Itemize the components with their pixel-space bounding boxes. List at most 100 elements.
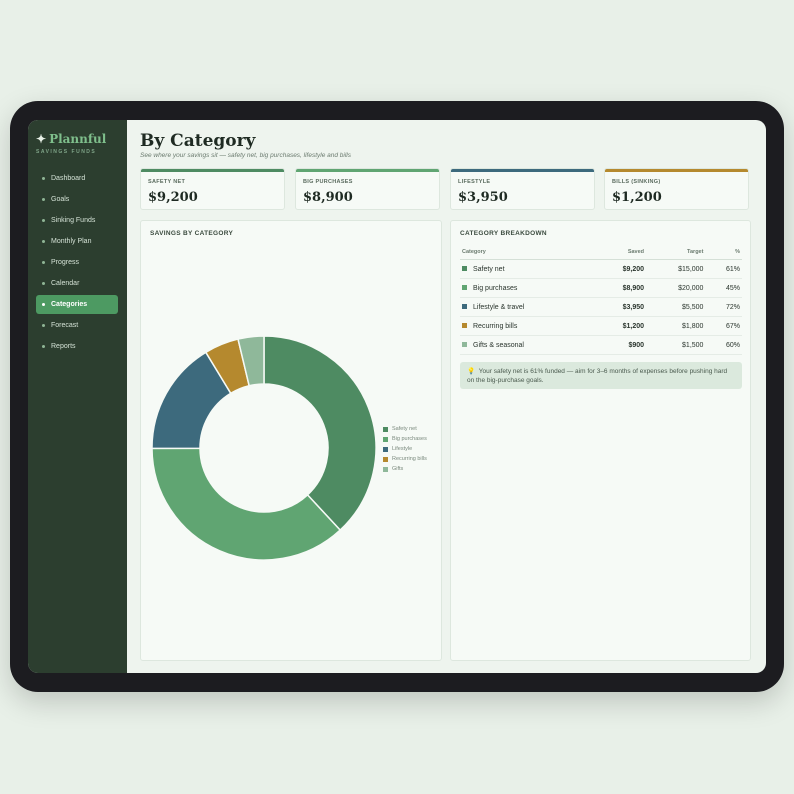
category-cell: Big purchases xyxy=(460,278,595,298)
category-breakdown-panel: CATEGORY BREAKDOWN Category Saved Target… xyxy=(450,220,751,661)
brand-logo[interactable]: ✦ Plannful xyxy=(36,132,106,146)
legend-label: Big purchases xyxy=(392,436,427,442)
sparkle-icon: ✦ xyxy=(36,132,47,146)
saved-cell: $900 xyxy=(594,335,647,355)
bullet-icon xyxy=(42,219,45,222)
column-header-category: Category xyxy=(460,245,595,260)
stat-card-safety-net: SAFETY NET $9,200 xyxy=(140,168,285,210)
category-name: Gifts & seasonal xyxy=(473,341,524,349)
legend-label: Lifestyle xyxy=(392,446,413,452)
stat-label: BIG PURCHASES xyxy=(303,179,353,185)
table-row[interactable]: Gifts & seasonal $900 $1,500 60% xyxy=(460,335,742,355)
target-cell: $20,000 xyxy=(646,278,706,298)
legend-label: Safety net xyxy=(392,426,417,432)
sidebar-item-label: Dashboard xyxy=(51,175,86,182)
sidebar-item-progress[interactable]: Progress xyxy=(36,253,118,272)
category-cell: Recurring bills xyxy=(460,316,595,336)
saved-cell: $1,200 xyxy=(594,316,647,336)
table-row[interactable]: Lifestyle & travel $3,950 $5,500 72% xyxy=(460,297,742,317)
percent-cell: 61% xyxy=(705,259,742,279)
legend-label: Gifts xyxy=(392,466,404,472)
sidebar-item-dashboard[interactable]: Dashboard xyxy=(36,169,118,188)
breakdown-table: Category Saved Target % Safety net $9,200… xyxy=(460,245,742,355)
legend-swatch xyxy=(383,436,388,442)
donut-slice-safety-net[interactable] xyxy=(263,335,377,532)
sidebar-item-calendar[interactable]: Calendar xyxy=(36,274,118,293)
category-name: Recurring bills xyxy=(473,322,518,330)
stat-value: $9,200 xyxy=(148,190,198,205)
category-color-swatch xyxy=(462,342,467,348)
target-cell: $1,800 xyxy=(646,316,706,336)
panel-title: CATEGORY BREAKDOWN xyxy=(460,230,547,237)
category-name: Lifestyle & travel xyxy=(473,303,525,311)
savings-by-category-panel: SAVINGS BY CATEGORY Safety net Big purcha… xyxy=(140,220,442,661)
stat-card-big-purchases: BIG PURCHASES $8,900 xyxy=(295,168,440,210)
stat-value: $3,950 xyxy=(458,190,508,205)
sidebar-item-forecast[interactable]: Forecast xyxy=(36,316,118,335)
bullet-icon xyxy=(42,198,45,201)
donut-chart xyxy=(151,335,377,561)
stat-card-accent-bar xyxy=(296,169,439,172)
bullet-icon xyxy=(42,282,45,285)
table-header-row: Category Saved Target % xyxy=(460,245,742,260)
sidebar: ✦ Plannful SAVINGS FUNDS Dashboard Goals S… xyxy=(28,120,127,673)
sidebar-item-label: Progress xyxy=(51,259,80,266)
stat-card-accent-bar xyxy=(141,169,284,172)
bullet-icon xyxy=(42,345,45,348)
percent-cell: 72% xyxy=(705,297,742,317)
legend-item: Gifts xyxy=(383,464,427,474)
stat-card-accent-bar xyxy=(451,169,594,172)
table-row[interactable]: Safety net $9,200 $15,000 61% xyxy=(460,259,742,279)
table-row[interactable]: Big purchases $8,900 $20,000 45% xyxy=(460,278,742,298)
bullet-icon xyxy=(42,261,45,264)
legend-item: Safety net xyxy=(383,424,427,434)
main-content: By Category See where your savings sit —… xyxy=(127,120,766,673)
stat-value: $1,200 xyxy=(612,190,662,205)
category-color-swatch xyxy=(462,266,467,272)
percent-cell: 60% xyxy=(705,335,742,355)
sidebar-item-monthly-plan[interactable]: Monthly Plan xyxy=(36,232,118,251)
table-row[interactable]: Recurring bills $1,200 $1,800 67% xyxy=(460,316,742,336)
sidebar-item-label: Forecast xyxy=(51,322,79,329)
stat-label: SAFETY NET xyxy=(148,179,186,185)
page-title: By Category xyxy=(140,131,256,151)
donut-slice-big-purchases[interactable] xyxy=(151,447,342,561)
sidebar-item-label: Calendar xyxy=(51,280,80,287)
percent-cell: 45% xyxy=(705,278,742,298)
stat-card-bills: BILLS (SINKING) $1,200 xyxy=(604,168,749,210)
table-body: Safety net $9,200 $15,000 61% Big purchases $… xyxy=(460,259,742,355)
sidebar-item-label: Sinking Funds xyxy=(51,217,96,224)
stat-label: LIFESTYLE xyxy=(458,179,491,185)
lightbulb-icon: 💡 xyxy=(467,368,476,375)
legend-label: Recurring bills xyxy=(392,456,427,462)
sidebar-nav: Dashboard Goals Sinking Funds Monthly Plan P… xyxy=(36,169,118,358)
legend-swatch xyxy=(383,426,388,432)
category-name: Safety net xyxy=(473,265,505,273)
bullet-icon xyxy=(42,324,45,327)
stat-value: $8,900 xyxy=(303,190,353,205)
sidebar-item-categories[interactable]: Categories xyxy=(36,295,118,314)
chart-legend: Safety net Big purchases Lifestyle Recurrin… xyxy=(383,424,427,474)
saved-cell: $9,200 xyxy=(594,259,647,279)
category-color-swatch xyxy=(462,285,467,291)
legend-item: Lifestyle xyxy=(383,444,427,454)
column-header-target: Target xyxy=(646,245,706,260)
panel-title: SAVINGS BY CATEGORY xyxy=(150,230,234,237)
stat-card-accent-bar xyxy=(605,169,748,172)
legend-swatch xyxy=(383,466,388,472)
column-header-percent: % xyxy=(705,245,742,260)
sidebar-item-label: Monthly Plan xyxy=(51,238,92,245)
category-cell: Safety net xyxy=(460,259,595,279)
category-cell: Lifestyle & travel xyxy=(460,297,595,317)
page-subtitle: See where your savings sit — safety net,… xyxy=(140,152,351,159)
target-cell: $1,500 xyxy=(646,335,706,355)
sidebar-item-label: Reports xyxy=(51,343,76,350)
category-cell: Gifts & seasonal xyxy=(460,335,595,355)
stat-card-lifestyle: LIFESTYLE $3,950 xyxy=(450,168,595,210)
saved-cell: $8,900 xyxy=(594,278,647,298)
sidebar-item-reports[interactable]: Reports xyxy=(36,337,118,356)
sidebar-item-goals[interactable]: Goals xyxy=(36,190,118,209)
sidebar-item-sinking-funds[interactable]: Sinking Funds xyxy=(36,211,118,230)
target-cell: $5,500 xyxy=(646,297,706,317)
target-cell: $15,000 xyxy=(646,259,706,279)
